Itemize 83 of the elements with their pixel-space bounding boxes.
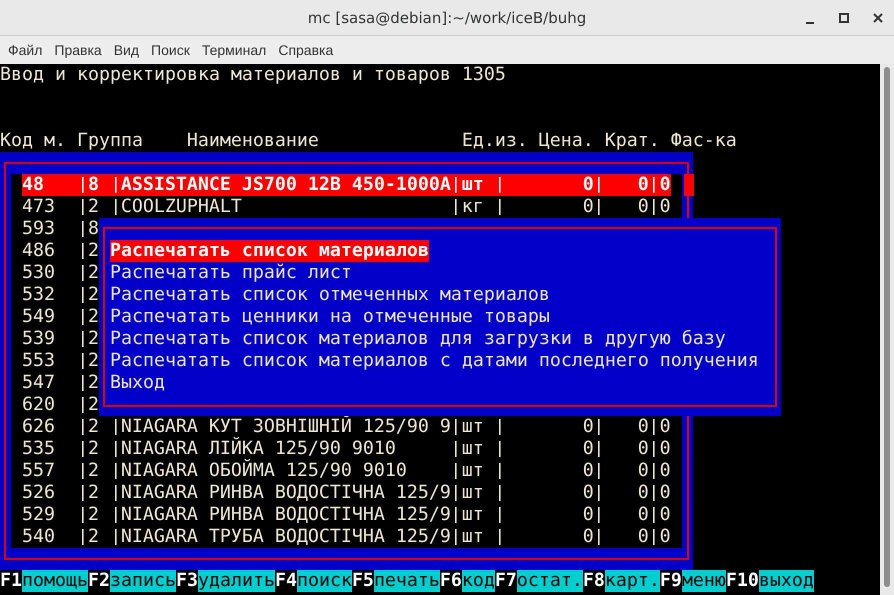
- table-cell: 557: [22, 460, 55, 481]
- table-cell: шт: [462, 526, 484, 547]
- table-cell: 549: [22, 306, 55, 327]
- table-cell: 0: [638, 482, 649, 503]
- table-cell: 532: [22, 284, 55, 305]
- column-header: Цена.: [538, 130, 594, 151]
- column-header: Фас-ка: [670, 130, 737, 151]
- table-cell: 0: [582, 196, 594, 217]
- table-cell: 2: [88, 196, 99, 217]
- table-cell: 0: [638, 504, 649, 525]
- table-cell: NIAGARA ОБОЙМА 125/90 9010: [120, 460, 407, 481]
- table-cell: 2: [88, 394, 99, 415]
- table-cell: 0: [582, 174, 594, 195]
- table-cell: 2: [88, 306, 99, 327]
- table-cell: NIAGARA КУТ ЗОВНІШНІЙ 125/90 9: [120, 416, 451, 437]
- table-cell: 48: [22, 174, 44, 195]
- table-cell: 547: [22, 372, 55, 393]
- table-cell: 0: [582, 526, 594, 547]
- table-cell: шт: [462, 482, 484, 503]
- table-cell: 2: [88, 416, 99, 437]
- table-cell: 0: [638, 416, 649, 437]
- column-header: Крат.: [604, 130, 660, 151]
- table-cell: 539: [22, 328, 55, 349]
- table-cell: 2: [88, 240, 99, 261]
- table-cell: 0: [582, 416, 594, 437]
- table-cell: 2: [88, 504, 99, 525]
- table-cell: 2: [88, 526, 99, 547]
- table-cell: 593: [22, 218, 55, 239]
- table-cell: шт: [462, 174, 484, 195]
- table-cell: 2: [88, 438, 99, 459]
- table-cell: COOLZUPHALT: [120, 196, 242, 217]
- column-header: Ед.из.: [462, 130, 528, 151]
- table-cell: 2: [88, 262, 99, 283]
- table-cell: 0: [582, 482, 594, 503]
- table-cell: 0: [638, 438, 649, 459]
- table-cell: 0: [638, 526, 649, 547]
- column-header: Наименование: [186, 130, 319, 151]
- table-cell: NIAGARA РИНВА ВОДОСТІЧНА 125/9: [120, 482, 451, 503]
- column-header: Группа: [76, 130, 143, 151]
- table-cell: NIAGARA ЛІЙКА 125/90 9010: [120, 438, 396, 459]
- table-cell: 530: [22, 262, 55, 283]
- table-cell: шт: [462, 504, 484, 525]
- table-cell: 0: [660, 174, 671, 195]
- table-cell: 0: [582, 438, 594, 459]
- table-cell: 2: [88, 460, 99, 481]
- table-cell: шт: [462, 460, 484, 481]
- table-cell: шт: [462, 438, 484, 459]
- table-cell: 2: [88, 284, 99, 305]
- column-header: Код м.: [0, 130, 66, 151]
- table-cell: 0: [660, 504, 671, 525]
- table-cell: ASSISTANCE JS700 12B 450-1000A: [120, 174, 451, 195]
- table-cell: 2: [88, 328, 99, 349]
- window-title: mc [sasa@debian]:~/work/iceB/buhg: [308, 8, 586, 26]
- table-cell: 620: [22, 394, 55, 415]
- table-cell: кг: [462, 196, 484, 217]
- table-cell: 2: [88, 372, 99, 393]
- table-cell: шт: [462, 416, 484, 437]
- table-cell: NIAGARA ТРУБА ВОДОСТІЧНА 125/9: [120, 526, 451, 547]
- table-cell: 0: [660, 460, 671, 481]
- screen-title: Ввод и корректировка материалов и товаров 1305: [0, 64, 506, 85]
- table-cell: 473: [22, 196, 55, 217]
- table-cell: 0: [660, 482, 671, 503]
- table-cell: 486: [22, 240, 55, 261]
- table-cell: 0: [582, 504, 594, 525]
- table-cell: 626: [22, 416, 55, 437]
- table-cell: 526: [22, 482, 55, 503]
- table-cell: 553: [22, 350, 55, 371]
- table-cell: 0: [660, 196, 671, 217]
- table-cell: 0: [660, 416, 671, 437]
- table-cell: 0: [582, 460, 594, 481]
- table-cell: 0: [638, 196, 649, 217]
- table-cell: 535: [22, 438, 55, 459]
- table-cell: 529: [22, 504, 55, 525]
- table-cell: 0: [638, 174, 649, 195]
- table-cell: 2: [88, 350, 99, 371]
- table-cell: 0: [638, 460, 649, 481]
- table-cell: 8: [88, 174, 99, 195]
- table-cell: NIAGARA РИНВА ВОДОСТІЧНА 125/9: [120, 504, 451, 525]
- table-cell: 0: [660, 526, 671, 547]
- table-cell: 0: [660, 438, 671, 459]
- table-cell: 540: [22, 526, 55, 547]
- table-cell: 8: [88, 218, 99, 239]
- table-cell: 2: [88, 482, 99, 503]
